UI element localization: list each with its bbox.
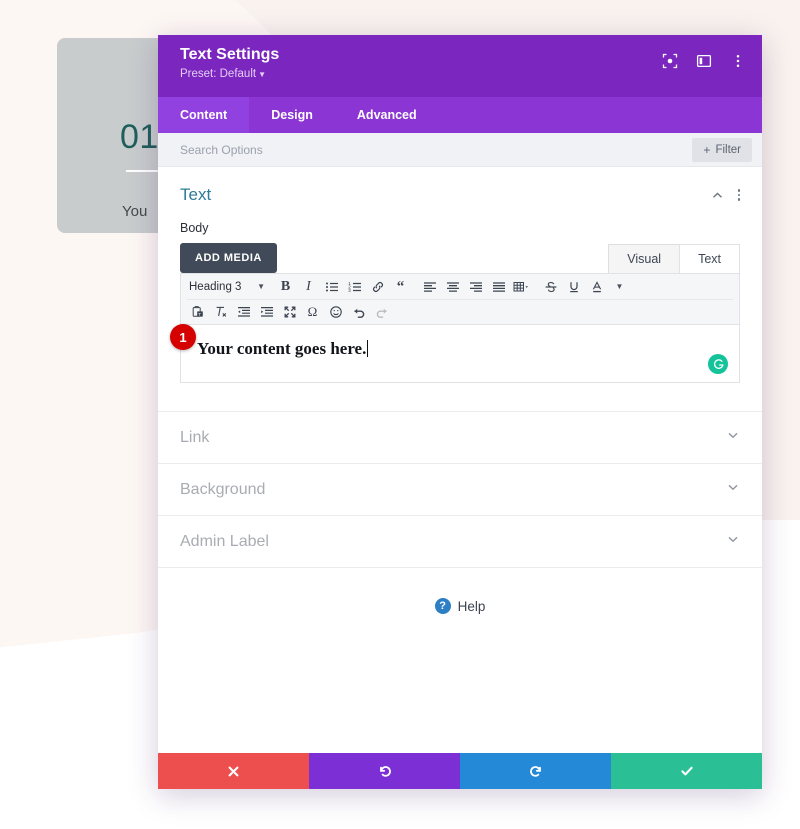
help-label: Help [457,598,486,614]
search-input[interactable]: Search Options [180,143,263,157]
strikethrough-icon[interactable] [540,276,561,297]
save-button[interactable] [611,753,762,789]
step-badge-1: 1 [170,324,196,350]
link-icon[interactable] [367,276,388,297]
chevron-down-icon: ▼ [257,282,265,291]
body-field-label: Body [180,221,209,235]
text-cursor [367,340,369,357]
grammarly-icon[interactable] [708,354,728,374]
accordion-admin-label-label: Admin Label [180,532,269,550]
help-link[interactable]: ? Help [158,598,762,614]
section-title: Text [180,185,212,204]
tab-content[interactable]: Content [158,97,250,133]
chevron-down-icon [726,428,740,447]
options-accordion: Link Background Admin Label [158,411,762,568]
plus-icon: + [703,142,711,157]
bold-icon[interactable]: B [275,276,296,297]
editor-content[interactable]: Your content goes here. [181,325,739,359]
toolbar-row-1: Heading 3 ▼ B I 1 2 3 “ ▼ [187,274,733,299]
accordion-background-label: Background [180,480,266,498]
fullscreen-editor-icon[interactable] [279,302,300,323]
accordion-link[interactable]: Link [158,412,762,464]
modal-title: Text Settings [180,46,280,63]
tab-visual[interactable]: Visual [608,244,681,273]
indent-icon[interactable] [256,302,277,323]
tab-design[interactable]: Design [249,97,335,133]
accordion-admin-label[interactable]: Admin Label [158,516,762,568]
align-center-icon[interactable] [442,276,463,297]
add-media-button[interactable]: ADD MEDIA [180,243,277,273]
emoji-icon[interactable] [325,302,346,323]
preset-caret-icon: ▼ [258,70,266,79]
wysiwyg-toolbar: Heading 3 ▼ B I 1 2 3 “ ▼ T Ω [180,273,740,325]
text-section: Text Body ADD MEDIA Visual Text Heading … [158,167,762,383]
rich-text-editor[interactable]: Your content goes here. [180,325,740,383]
numbered-list-icon[interactable]: 1 2 3 [344,276,365,297]
close-icon [228,766,239,776]
modal-tabs: Content Design Advanced [158,97,762,133]
fullscreen-icon[interactable] [662,53,678,69]
text-settings-modal: Text Settings Preset: Default ▼ Content … [158,35,762,789]
editor-content-text: Your content goes here. [197,339,367,358]
svg-text:3: 3 [348,288,351,293]
filter-label: Filter [715,143,741,156]
underline-icon[interactable] [563,276,584,297]
undo-button[interactable] [309,753,460,789]
preset-label: Preset: Default [180,68,257,80]
chevron-down-icon [726,532,740,551]
search-options-bar: Search Options + Filter [158,133,762,167]
text-color-caret-icon[interactable]: ▼ [609,276,630,297]
modal-header-actions [662,53,746,69]
filter-button[interactable]: + Filter [692,137,752,162]
undo-icon [379,766,391,777]
modal-header: Text Settings Preset: Default ▼ [158,35,762,97]
chevron-down-icon [726,480,740,499]
background-card-number: 01 [120,118,159,156]
outdent-icon[interactable] [233,302,254,323]
format-select[interactable]: Heading 3 ▼ [187,281,269,293]
cancel-button[interactable] [158,753,309,789]
table-icon[interactable] [511,276,532,297]
clear-formatting-icon[interactable] [210,302,231,323]
blockquote-icon[interactable]: “ [390,276,411,297]
check-icon [680,766,693,776]
align-left-icon[interactable] [419,276,440,297]
accordion-background[interactable]: Background [158,464,762,516]
help-icon: ? [434,598,451,614]
editor-toolbar-top: ADD MEDIA Visual Text [180,243,740,273]
section-kebab-icon[interactable] [737,189,740,201]
paste-as-text-icon[interactable]: T [187,302,208,323]
redo-icon [529,766,541,777]
bulleted-list-icon[interactable] [321,276,342,297]
align-justify-icon[interactable] [488,276,509,297]
italic-icon[interactable]: I [298,276,319,297]
align-right-icon[interactable] [465,276,486,297]
special-character-icon[interactable]: Ω [302,302,323,323]
svg-text:T: T [198,312,201,317]
background-card-subtitle: You [122,203,148,220]
modal-body: Text Body ADD MEDIA Visual Text Heading … [158,167,762,753]
text-color-icon[interactable] [586,276,607,297]
tab-text[interactable]: Text [679,244,740,273]
preset-selector[interactable]: Preset: Default ▼ [180,68,279,80]
toolbar-row-2: T Ω [187,299,733,324]
modal-footer [158,753,762,789]
editor-mode-tabs: Visual Text [608,244,740,273]
redo-icon[interactable] [371,302,392,323]
format-select-value: Heading 3 [189,280,242,293]
redo-button[interactable] [460,753,611,789]
tab-advanced[interactable]: Advanced [335,97,439,133]
modal-header-titles: Text Settings Preset: Default ▼ [180,45,279,80]
undo-icon[interactable] [348,302,369,323]
section-controls [711,189,740,202]
layout-panel-icon[interactable] [696,53,712,69]
text-section-header: Text [180,185,740,205]
kebab-menu-icon[interactable] [730,53,746,69]
chevron-up-icon[interactable] [711,189,724,202]
accordion-link-label: Link [180,428,210,446]
